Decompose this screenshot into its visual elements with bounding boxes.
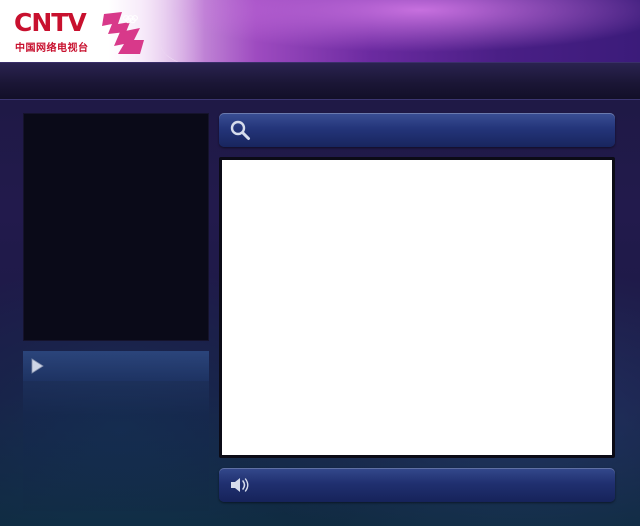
page: CNTV 中国网络电视台 <box>0 0 640 526</box>
nav-bar <box>0 62 640 100</box>
play-icon[interactable] <box>27 356 47 376</box>
video-player <box>219 157 615 458</box>
search-input[interactable] <box>257 118 611 144</box>
logo-subtitle: 中国网络电视台 <box>15 43 89 54</box>
london-2012-emblem-icon <box>102 12 144 54</box>
search-icon[interactable] <box>229 119 251 141</box>
playlist-header <box>23 351 209 381</box>
video-screen[interactable] <box>222 160 612 455</box>
search-bar <box>219 113 615 147</box>
cntv-logo[interactable]: CNTV 中国网络电视台 <box>14 10 154 56</box>
logo-text: CNTV <box>14 8 87 37</box>
playlist-panel <box>23 351 209 511</box>
volume-control-bar <box>219 468 615 502</box>
preview-screen[interactable] <box>23 113 209 341</box>
speaker-icon[interactable] <box>229 476 251 494</box>
header-banner: CNTV 中国网络电视台 <box>0 0 640 62</box>
